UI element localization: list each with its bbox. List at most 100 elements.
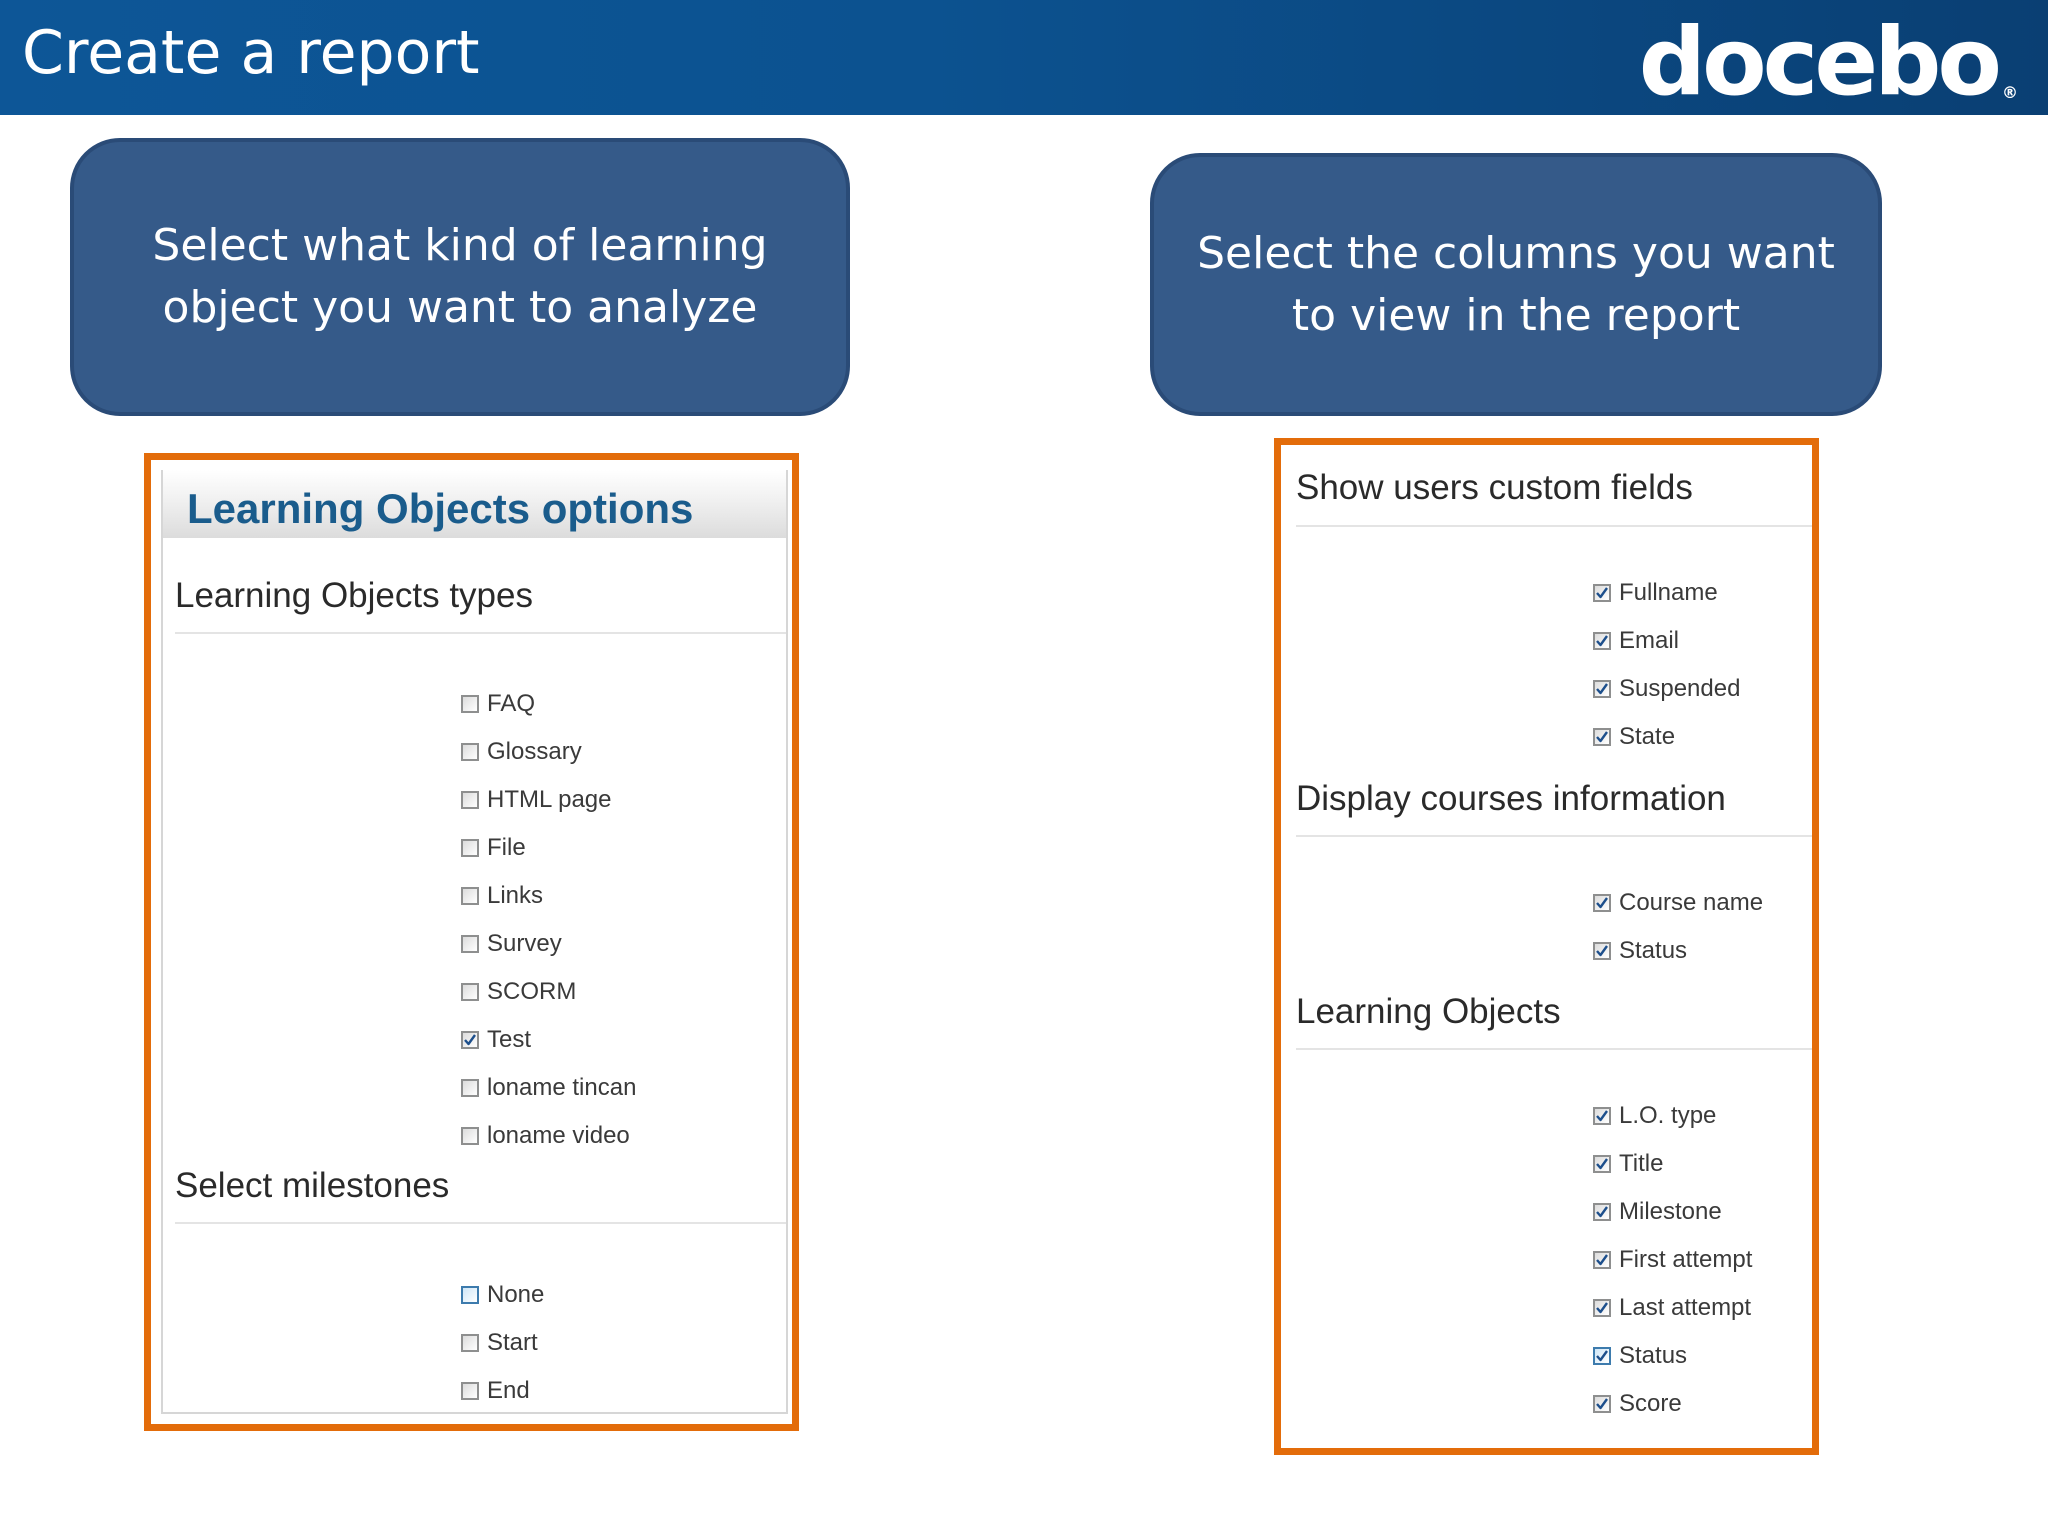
checkmark-icon (1596, 897, 1608, 909)
lo-column-option[interactable]: Milestone (1593, 1188, 1752, 1236)
lo-column-option[interactable]: Status (1593, 1332, 1752, 1380)
lo-types-list: FAQ Glossary HTML page File Links Survey SCORM… (461, 680, 636, 1160)
checkbox-label: First attempt (1619, 1246, 1753, 1273)
registered-mark: ® (2002, 83, 2018, 102)
section-divider (1296, 835, 1812, 837)
checkbox[interactable] (1593, 680, 1611, 698)
callout-left-text: Select what kind of learning object you … (152, 220, 768, 333)
checkbox-label: Title (1619, 1150, 1664, 1177)
lo-type-option[interactable]: Links (461, 872, 636, 920)
checkbox[interactable] (461, 743, 479, 761)
checkbox[interactable] (461, 1031, 479, 1049)
checkbox[interactable] (1593, 1107, 1611, 1125)
checkbox-label: Start (487, 1329, 538, 1356)
checkbox[interactable] (1593, 1203, 1611, 1221)
checkbox-label: Status (1619, 1342, 1688, 1369)
checkmark-icon (1596, 587, 1608, 599)
callout-right-text: Select the columns you want to view in t… (1197, 227, 1835, 341)
checkbox-label: loname tincan (487, 1074, 637, 1101)
course-info-option[interactable]: Status (1593, 927, 1763, 975)
section-title-custom-fields: Show users custom fields (1296, 468, 1693, 507)
lo-type-option[interactable]: FAQ (461, 680, 636, 728)
lo-column-option[interactable]: L.O. type (1593, 1092, 1752, 1140)
callout-select-learning-object: Select what kind of learning object you … (70, 138, 850, 416)
checkmark-icon (464, 1034, 476, 1046)
lo-type-option[interactable]: Glossary (461, 728, 636, 776)
checkbox[interactable] (461, 983, 479, 1001)
lo-column-option[interactable]: Title (1593, 1140, 1752, 1188)
custom-field-option[interactable]: State (1593, 713, 1740, 761)
lo-type-option[interactable]: loname tincan (461, 1064, 636, 1112)
milestone-option[interactable]: Start (461, 1319, 544, 1367)
checkbox-label: FAQ (487, 690, 536, 717)
checkbox[interactable] (1593, 894, 1611, 912)
checkbox-label: End (487, 1377, 530, 1404)
checkbox[interactable] (1593, 1347, 1611, 1365)
checkmark-icon (1596, 1110, 1608, 1122)
checkbox[interactable] (461, 791, 479, 809)
checkbox-label: None (487, 1281, 545, 1308)
checkbox-label: HTML page (487, 786, 612, 813)
course-info-option[interactable]: Course name (1593, 879, 1763, 927)
section-divider (175, 632, 786, 634)
checkmark-icon (1596, 635, 1608, 647)
milestone-option[interactable]: End (461, 1367, 544, 1415)
checkbox[interactable] (1593, 584, 1611, 602)
checkbox-label: Email (1619, 627, 1680, 654)
callout-select-columns: Select the columns you want to view in t… (1150, 153, 1882, 416)
checkbox-label: Milestone (1619, 1198, 1722, 1225)
checkbox-label: loname video (487, 1122, 630, 1149)
checkbox-label: Glossary (487, 738, 582, 765)
lo-type-option[interactable]: File (461, 824, 636, 872)
docebo-logo: docebo ® (1639, 8, 2018, 118)
checkbox[interactable] (1593, 728, 1611, 746)
checkbox[interactable] (461, 887, 479, 905)
logo-text: docebo (1638, 8, 2002, 117)
section-divider (1296, 1048, 1812, 1050)
courses-info-list: Course name Status (1593, 879, 1763, 975)
checkbox[interactable] (1593, 1299, 1611, 1317)
lo-type-option[interactable]: Survey (461, 920, 636, 968)
checkbox-label: State (1619, 723, 1676, 750)
section-title-milestones: Select milestones (175, 1166, 450, 1205)
checkbox-label: SCORM (487, 978, 577, 1005)
checkbox[interactable] (461, 1079, 479, 1097)
checkbox[interactable] (461, 839, 479, 857)
checkbox[interactable] (461, 1127, 479, 1145)
checkbox-label: Links (487, 882, 544, 909)
checkbox[interactable] (461, 1382, 479, 1400)
checkbox-label: Test (487, 1026, 532, 1053)
lo-column-option[interactable]: Last attempt (1593, 1284, 1752, 1332)
panel-title: Learning Objects options (187, 485, 694, 532)
section-title-learning-objects: Learning Objects (1296, 992, 1561, 1031)
checkbox[interactable] (461, 1286, 479, 1304)
lo-type-option[interactable]: SCORM (461, 968, 636, 1016)
custom-field-option[interactable]: Email (1593, 617, 1740, 665)
lo-type-option[interactable]: HTML page (461, 776, 636, 824)
checkbox[interactable] (1593, 632, 1611, 650)
checkmark-icon (1596, 945, 1608, 957)
checkbox[interactable] (461, 935, 479, 953)
checkbox[interactable] (461, 695, 479, 713)
custom-fields-list: Fullname Email Suspended State (1593, 569, 1740, 761)
custom-field-option[interactable]: Suspended (1593, 665, 1740, 713)
checkbox[interactable] (1593, 1251, 1611, 1269)
checkbox-label: Last attempt (1619, 1294, 1752, 1321)
lo-column-option[interactable]: First attempt (1593, 1236, 1752, 1284)
checkmark-icon (1596, 1350, 1608, 1362)
checkbox-label: Status (1619, 937, 1688, 964)
lo-column-option[interactable]: Score (1593, 1380, 1752, 1428)
checkbox[interactable] (1593, 1395, 1611, 1413)
milestone-option[interactable]: None (461, 1271, 544, 1319)
checkbox[interactable] (1593, 942, 1611, 960)
lo-type-option[interactable]: Test (461, 1016, 636, 1064)
checkmark-icon (1596, 1254, 1608, 1266)
checkbox-label: Fullname (1619, 579, 1718, 606)
checkbox[interactable] (1593, 1155, 1611, 1173)
checkbox-label: Course name (1619, 889, 1764, 916)
checkbox[interactable] (461, 1334, 479, 1352)
checkbox-label: Suspended (1619, 675, 1741, 702)
lo-type-option[interactable]: loname video (461, 1112, 636, 1160)
custom-field-option[interactable]: Fullname (1593, 569, 1740, 617)
checkmark-icon (1596, 731, 1608, 743)
